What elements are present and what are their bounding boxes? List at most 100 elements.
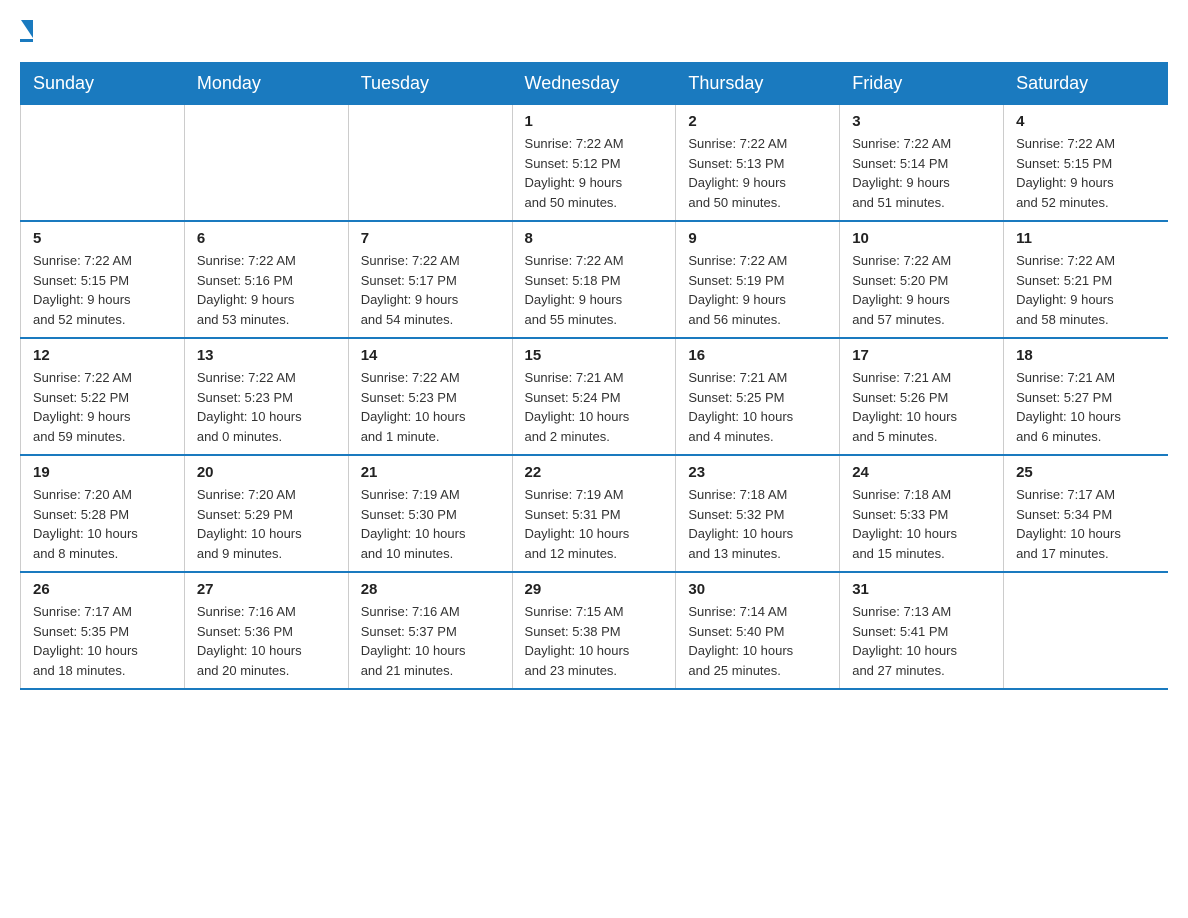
calendar-cell: 18 Sunrise: 7:21 AM Sunset: 5:27 PM Dayli… (1004, 338, 1168, 455)
day-number: 28 (361, 581, 500, 598)
day-number: 14 (361, 347, 500, 364)
day-info: Sunrise: 7:20 AM Sunset: 5:29 PM Dayligh… (197, 485, 336, 563)
day-info: Sunrise: 7:21 AM Sunset: 5:26 PM Dayligh… (852, 368, 991, 446)
day-info: Sunrise: 7:18 AM Sunset: 5:33 PM Dayligh… (852, 485, 991, 563)
day-info: Sunrise: 7:22 AM Sunset: 5:14 PM Dayligh… (852, 134, 991, 212)
day-info: Sunrise: 7:16 AM Sunset: 5:37 PM Dayligh… (361, 602, 500, 680)
day-number: 1 (525, 113, 664, 130)
day-info: Sunrise: 7:22 AM Sunset: 5:15 PM Dayligh… (1016, 134, 1155, 212)
calendar-cell: 25 Sunrise: 7:17 AM Sunset: 5:34 PM Dayli… (1004, 455, 1168, 572)
logo-arrow-icon (21, 20, 33, 38)
calendar-week-row: 12 Sunrise: 7:22 AM Sunset: 5:22 PM Dayli… (21, 338, 1168, 455)
day-info: Sunrise: 7:22 AM Sunset: 5:17 PM Dayligh… (361, 251, 500, 329)
day-info: Sunrise: 7:22 AM Sunset: 5:23 PM Dayligh… (197, 368, 336, 446)
day-number: 25 (1016, 464, 1155, 481)
calendar-cell: 16 Sunrise: 7:21 AM Sunset: 5:25 PM Dayli… (676, 338, 840, 455)
header-day-wednesday: Wednesday (512, 63, 676, 105)
day-info: Sunrise: 7:17 AM Sunset: 5:35 PM Dayligh… (33, 602, 172, 680)
day-number: 17 (852, 347, 991, 364)
day-number: 22 (525, 464, 664, 481)
calendar-cell: 14 Sunrise: 7:22 AM Sunset: 5:23 PM Dayli… (348, 338, 512, 455)
day-info: Sunrise: 7:22 AM Sunset: 5:18 PM Dayligh… (525, 251, 664, 329)
day-number: 23 (688, 464, 827, 481)
day-number: 29 (525, 581, 664, 598)
day-number: 13 (197, 347, 336, 364)
calendar-cell: 1 Sunrise: 7:22 AM Sunset: 5:12 PM Daylig… (512, 105, 676, 222)
day-info: Sunrise: 7:22 AM Sunset: 5:19 PM Dayligh… (688, 251, 827, 329)
calendar-cell: 30 Sunrise: 7:14 AM Sunset: 5:40 PM Dayli… (676, 572, 840, 689)
day-number: 10 (852, 230, 991, 247)
day-info: Sunrise: 7:14 AM Sunset: 5:40 PM Dayligh… (688, 602, 827, 680)
calendar-cell: 27Sunrise: 7:16 AM Sunset: 5:36 PM Dayli… (184, 572, 348, 689)
day-info: Sunrise: 7:22 AM Sunset: 5:13 PM Dayligh… (688, 134, 827, 212)
calendar-cell: 3 Sunrise: 7:22 AM Sunset: 5:14 PM Daylig… (840, 105, 1004, 222)
logo-underline (20, 39, 33, 42)
day-info: Sunrise: 7:17 AM Sunset: 5:34 PM Dayligh… (1016, 485, 1155, 563)
calendar-cell: 26 Sunrise: 7:17 AM Sunset: 5:35 PM Dayli… (21, 572, 185, 689)
day-number: 6 (197, 230, 336, 247)
day-number: 16 (688, 347, 827, 364)
calendar-week-row: 19 Sunrise: 7:20 AM Sunset: 5:28 PM Dayli… (21, 455, 1168, 572)
day-info: Sunrise: 7:15 AM Sunset: 5:38 PM Dayligh… (525, 602, 664, 680)
calendar-cell: 10 Sunrise: 7:22 AM Sunset: 5:20 PM Dayli… (840, 221, 1004, 338)
calendar-cell (184, 105, 348, 222)
day-info: Sunrise: 7:19 AM Sunset: 5:31 PM Dayligh… (525, 485, 664, 563)
day-info: Sunrise: 7:18 AM Sunset: 5:32 PM Dayligh… (688, 485, 827, 563)
day-info: Sunrise: 7:20 AM Sunset: 5:28 PM Dayligh… (33, 485, 172, 563)
calendar-cell: 17 Sunrise: 7:21 AM Sunset: 5:26 PM Dayli… (840, 338, 1004, 455)
day-number: 30 (688, 581, 827, 598)
day-number: 9 (688, 230, 827, 247)
calendar-cell: 20 Sunrise: 7:20 AM Sunset: 5:29 PM Dayli… (184, 455, 348, 572)
calendar-cell: 6 Sunrise: 7:22 AM Sunset: 5:16 PM Daylig… (184, 221, 348, 338)
calendar-header-row: SundayMondayTuesdayWednesdayThursdayFrid… (21, 63, 1168, 105)
calendar-cell: 23 Sunrise: 7:18 AM Sunset: 5:32 PM Dayli… (676, 455, 840, 572)
day-info: Sunrise: 7:19 AM Sunset: 5:30 PM Dayligh… (361, 485, 500, 563)
calendar-cell (21, 105, 185, 222)
calendar-cell: 13 Sunrise: 7:22 AM Sunset: 5:23 PM Dayli… (184, 338, 348, 455)
calendar-cell: 11Sunrise: 7:22 AM Sunset: 5:21 PM Dayli… (1004, 221, 1168, 338)
day-number: 12 (33, 347, 172, 364)
day-info: Sunrise: 7:22 AM Sunset: 5:12 PM Dayligh… (525, 134, 664, 212)
calendar-cell: 2 Sunrise: 7:22 AM Sunset: 5:13 PM Daylig… (676, 105, 840, 222)
day-number: 31 (852, 581, 991, 598)
day-info: Sunrise: 7:22 AM Sunset: 5:16 PM Dayligh… (197, 251, 336, 329)
day-number: 19 (33, 464, 172, 481)
day-number: 8 (525, 230, 664, 247)
day-number: 2 (688, 113, 827, 130)
calendar-cell (1004, 572, 1168, 689)
calendar-cell: 21 Sunrise: 7:19 AM Sunset: 5:30 PM Dayli… (348, 455, 512, 572)
day-number: 4 (1016, 113, 1155, 130)
calendar-cell: 19 Sunrise: 7:20 AM Sunset: 5:28 PM Dayli… (21, 455, 185, 572)
calendar-cell: 28 Sunrise: 7:16 AM Sunset: 5:37 PM Dayli… (348, 572, 512, 689)
header-day-thursday: Thursday (676, 63, 840, 105)
day-info: Sunrise: 7:22 AM Sunset: 5:22 PM Dayligh… (33, 368, 172, 446)
calendar-cell: 22 Sunrise: 7:19 AM Sunset: 5:31 PM Dayli… (512, 455, 676, 572)
day-info: Sunrise: 7:21 AM Sunset: 5:27 PM Dayligh… (1016, 368, 1155, 446)
calendar-table: SundayMondayTuesdayWednesdayThursdayFrid… (20, 62, 1168, 690)
day-number: 21 (361, 464, 500, 481)
calendar-cell: 9 Sunrise: 7:22 AM Sunset: 5:19 PM Daylig… (676, 221, 840, 338)
day-number: 24 (852, 464, 991, 481)
calendar-cell: 7Sunrise: 7:22 AM Sunset: 5:17 PM Daylig… (348, 221, 512, 338)
day-info: Sunrise: 7:16 AM Sunset: 5:36 PM Dayligh… (197, 602, 336, 680)
header-day-friday: Friday (840, 63, 1004, 105)
calendar-week-row: 1 Sunrise: 7:22 AM Sunset: 5:12 PM Daylig… (21, 105, 1168, 222)
calendar-cell: 12 Sunrise: 7:22 AM Sunset: 5:22 PM Dayli… (21, 338, 185, 455)
calendar-cell (348, 105, 512, 222)
day-number: 11 (1016, 230, 1155, 247)
calendar-cell: 15Sunrise: 7:21 AM Sunset: 5:24 PM Dayli… (512, 338, 676, 455)
calendar-cell: 5Sunrise: 7:22 AM Sunset: 5:15 PM Daylig… (21, 221, 185, 338)
day-number: 18 (1016, 347, 1155, 364)
day-info: Sunrise: 7:21 AM Sunset: 5:24 PM Dayligh… (525, 368, 664, 446)
day-number: 26 (33, 581, 172, 598)
logo (20, 20, 33, 42)
calendar-cell: 31Sunrise: 7:13 AM Sunset: 5:41 PM Dayli… (840, 572, 1004, 689)
day-number: 3 (852, 113, 991, 130)
day-info: Sunrise: 7:21 AM Sunset: 5:25 PM Dayligh… (688, 368, 827, 446)
day-info: Sunrise: 7:22 AM Sunset: 5:23 PM Dayligh… (361, 368, 500, 446)
calendar-week-row: 5Sunrise: 7:22 AM Sunset: 5:15 PM Daylig… (21, 221, 1168, 338)
day-info: Sunrise: 7:22 AM Sunset: 5:20 PM Dayligh… (852, 251, 991, 329)
calendar-cell: 4 Sunrise: 7:22 AM Sunset: 5:15 PM Daylig… (1004, 105, 1168, 222)
day-number: 20 (197, 464, 336, 481)
page-header (20, 20, 1168, 42)
